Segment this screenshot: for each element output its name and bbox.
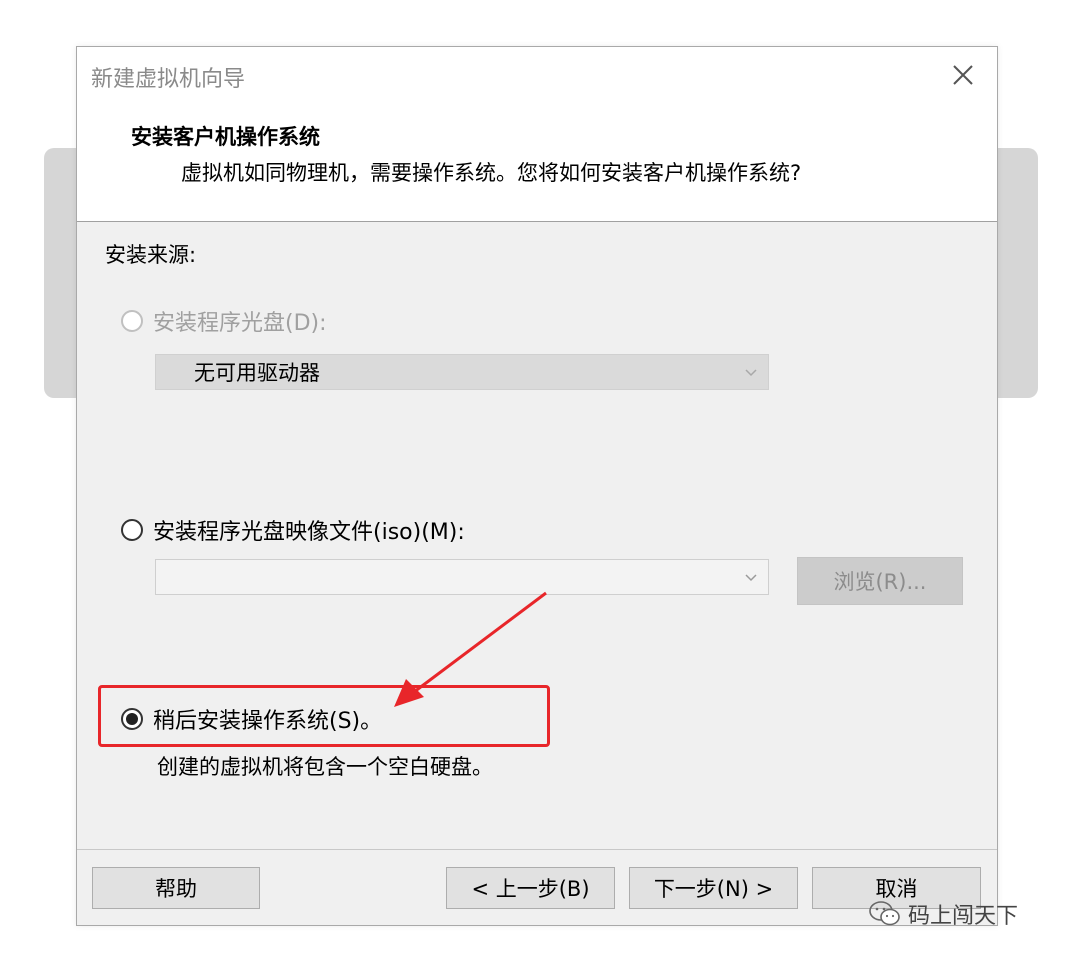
radio-install-iso[interactable]: 安装程序光盘映像文件(iso)(M): xyxy=(121,514,465,546)
window-title: 新建虚拟机向导 xyxy=(91,67,246,92)
title-bar: 新建虚拟机向导 xyxy=(77,47,997,103)
chevron-down-icon xyxy=(745,369,757,377)
page-title: 安装客户机操作系统 xyxy=(131,125,320,149)
watermark: 码上闯天下 xyxy=(868,898,1018,930)
browse-button[interactable]: 浏览(R)... xyxy=(797,557,963,605)
radio-install-disc-label: 安装程序光盘(D): xyxy=(153,311,327,336)
wizard-header: 安装客户机操作系统 虚拟机如同物理机，需要操作系统。您将如何安装客户机操作系统? xyxy=(77,103,997,222)
footer-divider xyxy=(77,849,997,850)
radio-install-disc[interactable]: 安装程序光盘(D): xyxy=(121,305,327,337)
radio-button-icon xyxy=(121,310,143,332)
new-vm-wizard-dialog: 新建虚拟机向导 安装客户机操作系统 虚拟机如同物理机，需要操作系统。您将如何安装… xyxy=(76,46,998,926)
drive-select-value: 无可用驱动器 xyxy=(194,361,320,385)
install-later-description: 创建的虚拟机将包含一个空白硬盘。 xyxy=(157,755,493,779)
back-button[interactable]: < 上一步(B) xyxy=(446,867,615,909)
radio-install-iso-label: 安装程序光盘映像文件(iso)(M): xyxy=(153,520,465,545)
wechat-icon xyxy=(869,901,900,926)
drive-select[interactable]: 无可用驱动器 xyxy=(155,354,769,390)
page-subtitle: 虚拟机如同物理机，需要操作系统。您将如何安装客户机操作系统? xyxy=(181,161,802,185)
chevron-down-icon xyxy=(745,574,757,582)
close-icon[interactable] xyxy=(949,61,977,89)
next-button[interactable]: 下一步(N) > xyxy=(629,867,798,909)
install-source-label: 安装来源: xyxy=(105,243,197,267)
annotation-arrow-icon xyxy=(394,591,547,707)
radio-button-icon xyxy=(121,519,143,541)
help-button[interactable]: 帮助 xyxy=(92,867,260,909)
watermark-text: 码上闯天下 xyxy=(908,904,1019,929)
